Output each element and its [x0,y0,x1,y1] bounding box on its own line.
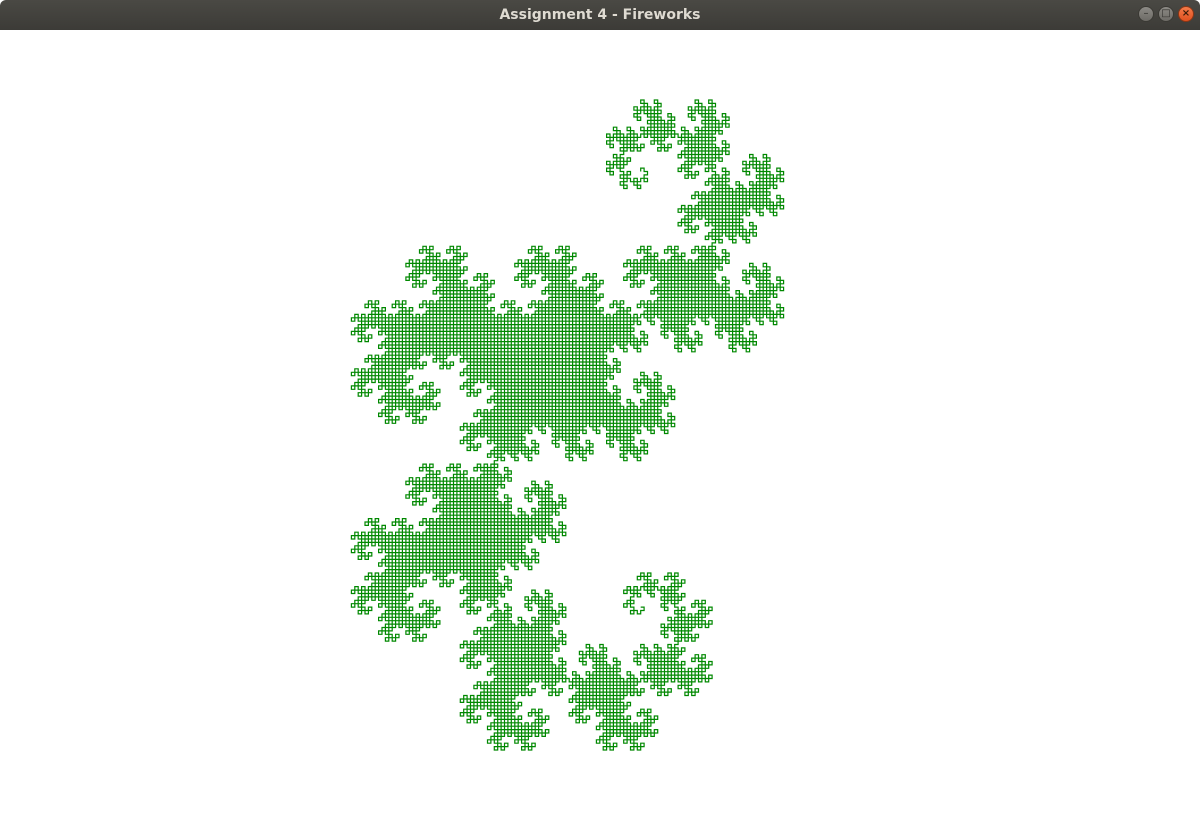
title-bar[interactable]: Assignment 4 - Fireworks – □ × [0,0,1200,30]
dragon-curve-path [350,99,785,751]
window-controls: – □ × [1138,6,1194,24]
close-icon[interactable]: × [1178,6,1194,22]
drawing-canvas [0,30,1200,830]
minimize-icon[interactable]: – [1138,6,1154,22]
app-window: Assignment 4 - Fireworks – □ × [0,0,1200,830]
dragon-curve-drawing [350,99,785,751]
window-title: Assignment 4 - Fireworks [499,7,701,23]
maximize-icon[interactable]: □ [1158,6,1174,22]
